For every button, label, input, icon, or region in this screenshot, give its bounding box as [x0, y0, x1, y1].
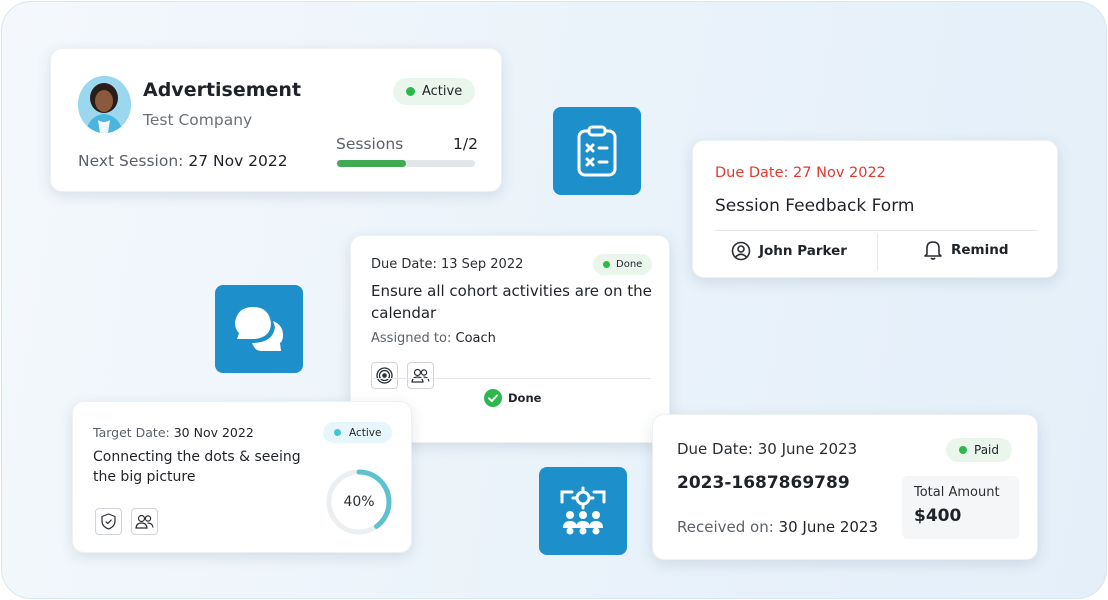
goal-status-label: Active: [349, 426, 382, 439]
bell-icon: [924, 241, 942, 260]
target-icon-button[interactable]: [371, 362, 398, 389]
target-label: Target Date:: [93, 425, 170, 440]
hero-canvas: Advertisement Test Company Active Next S…: [1, 1, 1107, 599]
goal-title: Connecting the dots & seeing the big pic…: [93, 449, 301, 485]
feedback-due-date: Due Date: 27 Nov 2022: [715, 165, 886, 181]
goal-progress-ring: 40%: [323, 466, 395, 538]
total-amount-box: Total Amount $400: [902, 476, 1019, 539]
invoice-status-label: Paid: [974, 443, 1000, 457]
divider: [371, 378, 651, 379]
status-badge-label: Active: [422, 84, 463, 99]
avatar-person-icon: [78, 76, 131, 133]
chat-bubbles-icon: [235, 307, 283, 351]
assignee-name: John Parker: [759, 243, 847, 259]
task-assigned: Assigned to: Coach: [371, 331, 496, 346]
status-dot: [959, 446, 967, 454]
goal-card[interactable]: Target Date: 30 Nov 2022 Active Connecti…: [72, 401, 412, 553]
task-status-label: Done: [616, 259, 643, 270]
task-status-badge: Done: [593, 254, 653, 275]
avatar: [78, 76, 131, 133]
target-date: 30 Nov 2022: [173, 425, 254, 440]
sessions-progress-fill: [337, 160, 406, 167]
sessions-progress-track: [337, 160, 475, 167]
chat-tile: [215, 285, 303, 373]
status-dot: [406, 87, 415, 96]
task-due-date: Due Date: 13 Sep 2022: [371, 257, 524, 272]
shield-check-icon: [101, 513, 116, 530]
next-session-label: Next Session:: [78, 152, 184, 170]
clipboard-checklist-icon: [577, 125, 617, 177]
next-session: Next Session: 27 Nov 2022: [78, 152, 288, 170]
goal-target: Target Date: 30 Nov 2022: [93, 425, 254, 440]
sessions-count: 1/2: [453, 135, 478, 153]
group-icon-button[interactable]: [131, 508, 158, 535]
assigned-to: Coach: [455, 331, 496, 346]
received-label: Received on:: [677, 518, 774, 536]
status-dot: [603, 261, 610, 268]
feedback-form-title: Session Feedback Form: [715, 196, 915, 216]
remind-label: Remind: [951, 242, 1009, 258]
remind-button[interactable]: Remind: [923, 239, 1009, 261]
invoice-card[interactable]: Due Date: 30 June 2023 Paid 2023-1687869…: [652, 414, 1038, 560]
shield-icon-button[interactable]: [95, 508, 122, 535]
team-settings-icon: [560, 486, 606, 535]
total-amount-value: $400: [914, 506, 962, 526]
clipboard-tile: [553, 107, 641, 195]
sessions-label: Sessions: [336, 135, 404, 153]
invoice-due-date: Due Date: 30 June 2023: [677, 440, 858, 458]
group-icon-button[interactable]: [407, 362, 434, 389]
status-dot: [334, 429, 341, 436]
divider: [715, 230, 1037, 231]
invoice-number: 2023-1687869789: [677, 473, 850, 493]
total-amount-label: Total Amount: [914, 485, 1000, 500]
next-session-date: 27 Nov 2022: [188, 152, 288, 170]
received-date: 30 June 2023: [778, 518, 879, 536]
target-icon: [376, 367, 393, 384]
team-tile: [539, 467, 627, 555]
company-name: Test Company: [143, 111, 253, 129]
advertisement-card[interactable]: Advertisement Test Company Active Next S…: [50, 48, 502, 192]
divider-vertical: [877, 233, 878, 271]
advertisement-title: Advertisement: [143, 79, 302, 101]
invoice-received: Received on: 30 June 2023: [677, 518, 878, 536]
invoice-status-badge: Paid: [946, 438, 1013, 462]
task-done-label: Done: [508, 391, 542, 405]
goal-progress-label: 40%: [343, 494, 375, 510]
assigned-label: Assigned to:: [371, 331, 452, 346]
feedback-form-card[interactable]: Due Date: 27 Nov 2022 Session Feedback F…: [692, 140, 1058, 278]
task-title: Ensure all cohort activities are on the …: [371, 282, 652, 322]
goal-status-badge: Active: [323, 422, 393, 443]
check-circle-icon: [484, 389, 502, 407]
user-circle-icon: [731, 241, 751, 261]
status-badge: Active: [393, 78, 476, 105]
users-icon: [135, 514, 154, 529]
assignee[interactable]: John Parker: [731, 241, 847, 261]
users-icon: [411, 368, 430, 383]
task-done-button[interactable]: Done: [484, 389, 541, 407]
